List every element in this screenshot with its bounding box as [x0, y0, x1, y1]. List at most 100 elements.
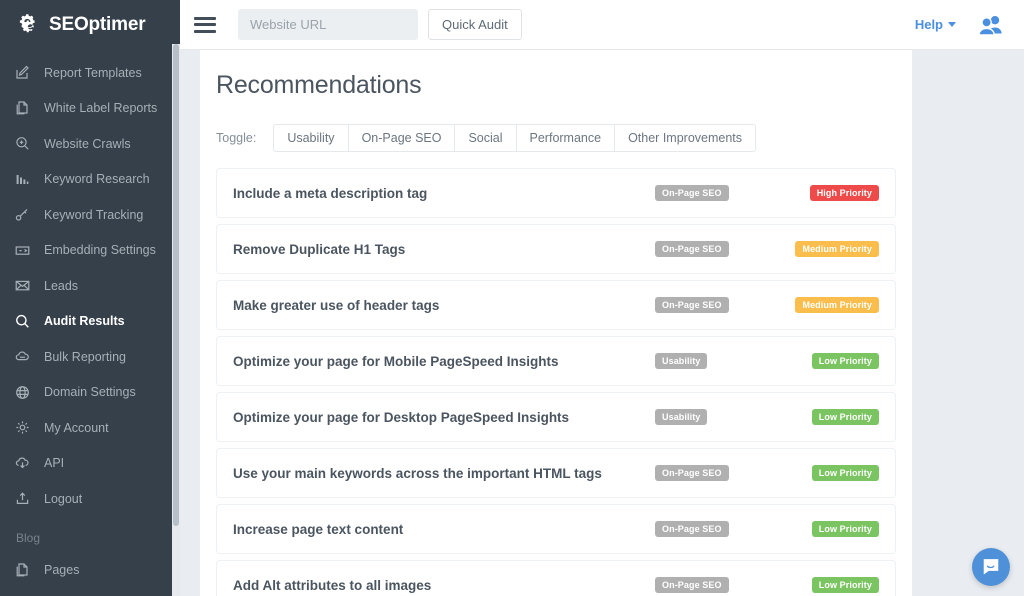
help-menu[interactable]: Help — [915, 17, 956, 32]
toggle-filter-row: Toggle: Usability On-Page SEO Social Per… — [208, 100, 904, 152]
category-cell: On-Page SEO — [655, 465, 775, 481]
category-cell: Usability — [655, 409, 775, 425]
toggle-other-improvements[interactable]: Other Improvements — [614, 124, 756, 152]
priority-badge: Low Priority — [812, 353, 879, 369]
toggle-on-page-seo[interactable]: On-Page SEO — [348, 124, 455, 152]
priority-cell: Medium Priority — [775, 241, 879, 257]
category-cell: On-Page SEO — [655, 521, 775, 537]
toggle-button-group: Usability On-Page SEO Social Performance… — [273, 124, 756, 152]
sidebar-item-leads[interactable]: Leads — [0, 268, 180, 304]
category-cell: On-Page SEO — [655, 297, 775, 313]
recommendation-title: Remove Duplicate H1 Tags — [233, 242, 655, 257]
sidebar-item-website-crawls[interactable]: Website Crawls — [0, 126, 180, 162]
copy-files-icon — [14, 100, 31, 117]
content-panel: Recommendations Toggle: Usability On-Pag… — [200, 50, 912, 596]
priority-cell: Low Priority — [775, 353, 879, 369]
priority-cell: Low Priority — [775, 577, 879, 593]
recommendation-row[interactable]: Remove Duplicate H1 Tags On-Page SEO Med… — [216, 224, 896, 274]
page-title: Recommendations — [208, 50, 904, 100]
quick-audit-button[interactable]: Quick Audit — [428, 9, 522, 40]
recommendations-list: Include a meta description tag On-Page S… — [208, 152, 904, 596]
key-icon — [14, 206, 31, 223]
recommendation-title: Optimize your page for Mobile PageSpeed … — [233, 354, 655, 369]
sidebar-item-label: Audit Results — [44, 314, 125, 328]
category-badge: Usability — [655, 409, 707, 425]
main-area: Quick Audit Help Recommendations — [180, 0, 1024, 596]
recommendation-row[interactable]: Use your main keywords across the import… — [216, 448, 896, 498]
sidebar-item-label: Report Templates — [44, 66, 142, 80]
website-url-input[interactable] — [238, 9, 418, 40]
sidebar-item-my-account[interactable]: My Account — [0, 410, 180, 446]
category-badge: On-Page SEO — [655, 465, 729, 481]
sidebar-scrollbar-thumb[interactable] — [173, 44, 179, 526]
recommendation-row[interactable]: Add Alt attributes to all images On-Page… — [216, 560, 896, 596]
recommendation-row[interactable]: Optimize your page for Desktop PageSpeed… — [216, 392, 896, 442]
recommendation-title: Optimize your page for Desktop PageSpeed… — [233, 410, 655, 425]
recommendation-row[interactable]: Make greater use of header tags On-Page … — [216, 280, 896, 330]
sidebar-item-label: My Account — [44, 421, 109, 435]
edit-square-icon — [14, 64, 31, 81]
sidebar-item-logout[interactable]: Logout — [0, 481, 180, 517]
recommendation-row[interactable]: Optimize your page for Mobile PageSpeed … — [216, 336, 896, 386]
cloud-icon — [14, 348, 31, 365]
sidebar-item-label: White Label Reports — [44, 101, 157, 115]
topbar-right: Help — [915, 14, 1004, 36]
priority-badge: Low Priority — [812, 409, 879, 425]
sidebar-nav: Report Templates White Label Reports Web… — [0, 50, 180, 588]
cloud-download-icon — [14, 455, 31, 472]
sidebar-item-keyword-research[interactable]: Keyword Research — [0, 162, 180, 198]
priority-badge: Medium Priority — [795, 241, 879, 257]
chat-bubble-icon[interactable] — [972, 548, 1010, 586]
category-badge: On-Page SEO — [655, 521, 729, 537]
sidebar-item-pages[interactable]: Pages — [0, 553, 180, 589]
sidebar-item-bulk-reporting[interactable]: Bulk Reporting — [0, 339, 180, 375]
sidebar-item-report-templates[interactable]: Report Templates — [0, 55, 180, 91]
recommendation-title: Use your main keywords across the import… — [233, 466, 655, 481]
search-icon — [14, 313, 31, 330]
sidebar-item-domain-settings[interactable]: Domain Settings — [0, 375, 180, 411]
sidebar-item-label: Leads — [44, 279, 78, 293]
recommendation-row[interactable]: Include a meta description tag On-Page S… — [216, 168, 896, 218]
sidebar-item-label: Pages — [44, 563, 79, 577]
envelope-icon — [14, 277, 31, 294]
priority-badge: Low Priority — [812, 465, 879, 481]
help-label: Help — [915, 17, 943, 32]
recommendation-row[interactable]: Increase page text content On-Page SEO L… — [216, 504, 896, 554]
toggle-social[interactable]: Social — [454, 124, 515, 152]
bar-chart-icon — [14, 171, 31, 188]
recommendation-title: Add Alt attributes to all images — [233, 578, 655, 593]
recommendation-title: Increase page text content — [233, 522, 655, 537]
priority-cell: Medium Priority — [775, 297, 879, 313]
sidebar: SEOptimer Report Templates White Label R… — [0, 0, 180, 596]
priority-cell: Low Priority — [775, 409, 879, 425]
priority-badge: Low Priority — [812, 577, 879, 593]
recommendation-title: Include a meta description tag — [233, 186, 655, 201]
toggle-usability[interactable]: Usability — [273, 124, 347, 152]
embed-box-icon — [14, 242, 31, 259]
priority-cell: High Priority — [775, 185, 879, 201]
sidebar-item-api[interactable]: API — [0, 446, 180, 482]
sidebar-item-keyword-tracking[interactable]: Keyword Tracking — [0, 197, 180, 233]
people-icon[interactable] — [976, 14, 1004, 36]
priority-badge: Low Priority — [812, 521, 879, 537]
sidebar-item-embedding-settings[interactable]: Embedding Settings — [0, 233, 180, 269]
sidebar-item-label: Bulk Reporting — [44, 350, 126, 364]
toggle-performance[interactable]: Performance — [516, 124, 615, 152]
category-cell: On-Page SEO — [655, 577, 775, 593]
hamburger-icon[interactable] — [194, 17, 216, 33]
sidebar-item-label: Keyword Research — [44, 172, 150, 186]
recommendation-title: Make greater use of header tags — [233, 298, 655, 313]
category-cell: Usability — [655, 353, 775, 369]
category-cell: On-Page SEO — [655, 241, 775, 257]
copy-files-icon — [14, 562, 31, 579]
priority-cell: Low Priority — [775, 521, 879, 537]
category-cell: On-Page SEO — [655, 185, 775, 201]
sidebar-item-label: Logout — [44, 492, 82, 506]
sidebar-item-white-label-reports[interactable]: White Label Reports — [0, 91, 180, 127]
brand-logo[interactable]: SEOptimer — [0, 0, 180, 50]
sidebar-item-audit-results[interactable]: Audit Results — [0, 304, 180, 340]
brand-name: SEOptimer — [49, 14, 145, 36]
chevron-down-icon — [948, 22, 956, 27]
category-badge: Usability — [655, 353, 707, 369]
sidebar-section-blog: Blog — [0, 517, 180, 553]
